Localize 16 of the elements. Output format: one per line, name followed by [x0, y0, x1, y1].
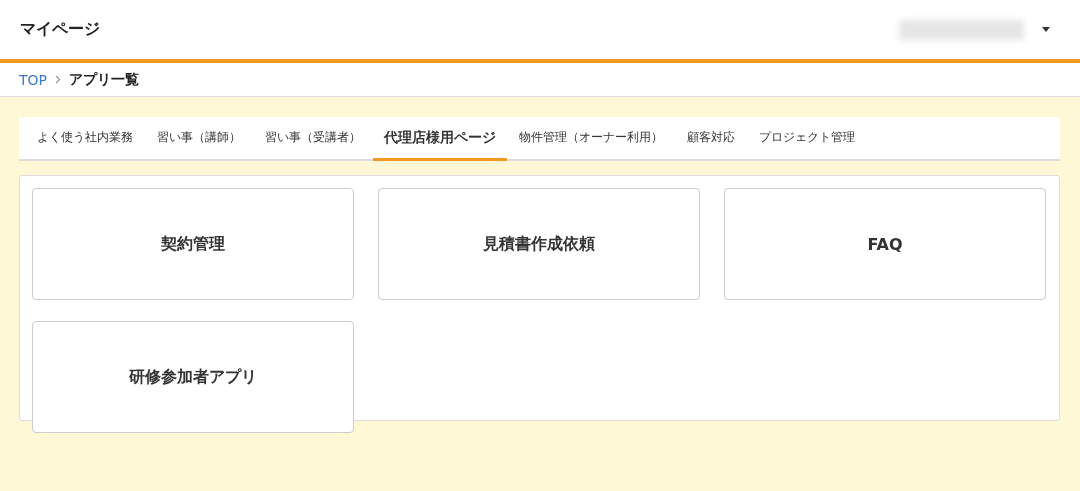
app-card[interactable]: 研修参加者アプリ — [32, 321, 354, 433]
tab[interactable]: 顧客対応 — [675, 117, 747, 161]
chevron-icon — [55, 75, 61, 84]
page-title: マイページ — [20, 19, 100, 40]
tab[interactable]: 習い事（講師） — [145, 117, 253, 161]
breadcrumb-link[interactable]: TOP — [19, 71, 47, 88]
tab[interactable]: 物件管理（オーナー利用） — [507, 117, 675, 161]
app-card[interactable]: 契約管理 — [32, 188, 354, 300]
app-card[interactable]: FAQ — [724, 188, 1046, 300]
breadcrumb-current: アプリ一覧 — [69, 70, 139, 89]
caret-icon[interactable] — [1042, 27, 1050, 32]
tab[interactable]: 習い事（受講者） — [253, 117, 373, 161]
tab[interactable]: プロジェクト管理 — [747, 117, 867, 161]
tab[interactable]: よく使う社内業務 — [25, 117, 145, 161]
app-card[interactable]: 見積書作成依頼 — [378, 188, 700, 300]
tab[interactable]: 代理店様用ページ — [373, 117, 507, 161]
